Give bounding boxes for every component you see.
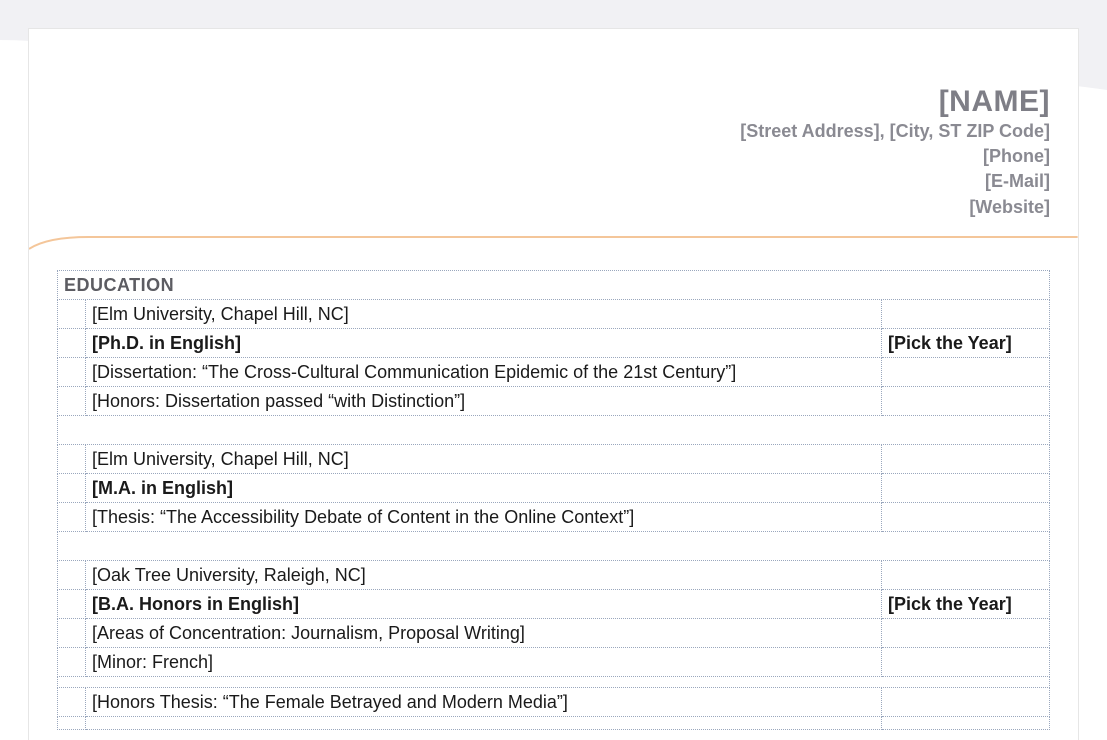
- gutter-cell: [58, 444, 86, 473]
- degree-cell[interactable]: [B.A. Honors in English]: [86, 589, 882, 618]
- table-row: [Ph.D. in English] [Pick the Year]: [58, 328, 1050, 357]
- spacer-cell: [58, 531, 1050, 560]
- education-table: EDUCATION [Elm University, Chapel Hill, …: [57, 270, 1050, 730]
- detail-cell[interactable]: [Dissertation: “The Cross-Cultural Commu…: [86, 357, 882, 386]
- detail-cell[interactable]: [Thesis: “The Accessibility Debate of Co…: [86, 502, 882, 531]
- detail-cell[interactable]: [Areas of Concentration: Journalism, Pro…: [86, 618, 882, 647]
- section-title-row: EDUCATION: [58, 270, 1050, 299]
- gutter-cell: [58, 357, 86, 386]
- year-cell[interactable]: [881, 357, 1049, 386]
- email-placeholder[interactable]: [E-Mail]: [57, 169, 1050, 194]
- website-placeholder[interactable]: [Website]: [57, 195, 1050, 220]
- gutter-cell: [58, 328, 86, 357]
- table-row: [Dissertation: “The Cross-Cultural Commu…: [58, 357, 1050, 386]
- year-cell[interactable]: [881, 560, 1049, 589]
- name-placeholder[interactable]: [NAME]: [57, 85, 1050, 119]
- degree-cell[interactable]: [M.A. in English]: [86, 473, 882, 502]
- spacer-cell: [86, 716, 882, 729]
- year-cell[interactable]: [881, 647, 1049, 676]
- degree-cell[interactable]: [Ph.D. in English]: [86, 328, 882, 357]
- gutter-cell: [58, 299, 86, 328]
- gutter-cell: [58, 386, 86, 415]
- gutter-cell: [58, 473, 86, 502]
- detail-cell[interactable]: [Honors Thesis: “The Female Betrayed and…: [86, 687, 882, 716]
- year-cell[interactable]: [881, 687, 1049, 716]
- spacer-row: [58, 531, 1050, 560]
- table-row: [B.A. Honors in English] [Pick the Year]: [58, 589, 1050, 618]
- section-title[interactable]: EDUCATION: [58, 270, 1050, 299]
- year-cell[interactable]: [Pick the Year]: [881, 328, 1049, 357]
- orange-divider: [29, 236, 1078, 250]
- gutter-cell: [58, 687, 86, 716]
- year-cell[interactable]: [881, 386, 1049, 415]
- table-row: [Oak Tree University, Raleigh, NC]: [58, 560, 1050, 589]
- spacer-row: [58, 676, 1050, 687]
- school-cell[interactable]: [Oak Tree University, Raleigh, NC]: [86, 560, 882, 589]
- table-row: [Honors: Dissertation passed “with Disti…: [58, 386, 1050, 415]
- table-row: [Thesis: “The Accessibility Debate of Co…: [58, 502, 1050, 531]
- spacer-cell: [58, 716, 86, 729]
- spacer-row: [58, 415, 1050, 444]
- spacer-cell: [58, 676, 1050, 687]
- header-block: [NAME] [Street Address], [City, ST ZIP C…: [29, 29, 1078, 228]
- gutter-cell: [58, 647, 86, 676]
- phone-placeholder[interactable]: [Phone]: [57, 144, 1050, 169]
- detail-cell[interactable]: [Honors: Dissertation passed “with Disti…: [86, 386, 882, 415]
- table-row: [Areas of Concentration: Journalism, Pro…: [58, 618, 1050, 647]
- year-cell[interactable]: [881, 299, 1049, 328]
- spacer-row: [58, 716, 1050, 729]
- year-cell[interactable]: [881, 618, 1049, 647]
- gutter-cell: [58, 589, 86, 618]
- table-row: [Honors Thesis: “The Female Betrayed and…: [58, 687, 1050, 716]
- gutter-cell: [58, 502, 86, 531]
- table-row: [Elm University, Chapel Hill, NC]: [58, 299, 1050, 328]
- year-cell[interactable]: [881, 444, 1049, 473]
- detail-cell[interactable]: [Minor: French]: [86, 647, 882, 676]
- address-placeholder[interactable]: [Street Address], [City, ST ZIP Code]: [57, 119, 1050, 144]
- gutter-cell: [58, 560, 86, 589]
- spacer-cell: [881, 716, 1049, 729]
- document-body: [NAME] [Street Address], [City, ST ZIP C…: [28, 28, 1079, 740]
- year-cell[interactable]: [881, 502, 1049, 531]
- year-cell[interactable]: [Pick the Year]: [881, 589, 1049, 618]
- spacer-cell: [58, 415, 1050, 444]
- school-cell[interactable]: [Elm University, Chapel Hill, NC]: [86, 299, 882, 328]
- content-area: EDUCATION [Elm University, Chapel Hill, …: [29, 250, 1078, 740]
- table-row: [M.A. in English]: [58, 473, 1050, 502]
- year-cell[interactable]: [881, 473, 1049, 502]
- document-page: [NAME] [Street Address], [City, ST ZIP C…: [0, 0, 1107, 740]
- table-row: [Elm University, Chapel Hill, NC]: [58, 444, 1050, 473]
- gutter-cell: [58, 618, 86, 647]
- table-row: [Minor: French]: [58, 647, 1050, 676]
- school-cell[interactable]: [Elm University, Chapel Hill, NC]: [86, 444, 882, 473]
